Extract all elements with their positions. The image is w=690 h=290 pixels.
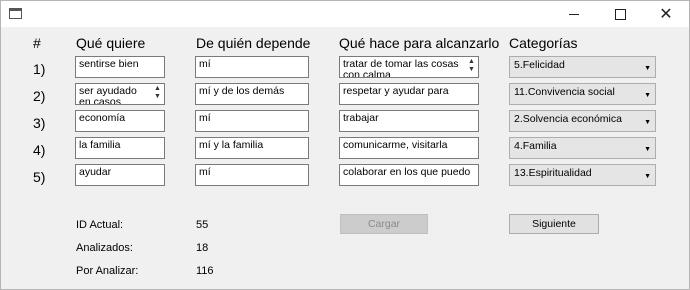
maximize-icon bbox=[614, 8, 626, 20]
categoria-select[interactable]: 4.Familia ▼ bbox=[509, 137, 656, 159]
spin-down-icon[interactable]: ▼ bbox=[466, 66, 477, 74]
siguiente-button[interactable]: Siguiente bbox=[509, 214, 599, 234]
row-number: 4) bbox=[33, 142, 46, 158]
que-hace-field[interactable]: tratar de tomar las cosas con calma ▲ ▼ bbox=[339, 56, 479, 78]
row-number: 5) bbox=[33, 169, 46, 185]
scroll-spinner[interactable]: ▲ ▼ bbox=[152, 85, 163, 103]
field-text: ayudar bbox=[79, 166, 112, 178]
chevron-down-icon: ▼ bbox=[644, 146, 651, 153]
close-button[interactable]: ✕ bbox=[643, 1, 689, 27]
title-bar[interactable]: ✕ bbox=[1, 1, 689, 27]
minimize-icon bbox=[569, 13, 579, 15]
de-quien-depende-field[interactable]: mí bbox=[195, 56, 309, 78]
que-quiere-field[interactable]: ayudar bbox=[75, 164, 165, 186]
categoria-value: 4.Familia bbox=[514, 140, 557, 152]
que-hace-field[interactable]: comunicarme, visitarla bbox=[339, 137, 479, 159]
de-quien-depende-field[interactable]: mí bbox=[195, 110, 309, 132]
field-text: ser ayudado en casos necesarios bbox=[79, 85, 137, 105]
field-text: mí y la familia bbox=[199, 139, 264, 151]
analizados-label: Analizados: bbox=[76, 242, 133, 254]
de-quien-depende-field[interactable]: mí bbox=[195, 164, 309, 186]
categoria-value: 11.Convivencia social bbox=[514, 86, 615, 98]
por-analizar-value: 116 bbox=[196, 265, 214, 277]
que-hace-field[interactable]: trabajar bbox=[339, 110, 479, 132]
que-quiere-field[interactable]: sentirse bien bbox=[75, 56, 165, 78]
minimize-button[interactable] bbox=[551, 1, 597, 27]
chevron-down-icon: ▼ bbox=[644, 119, 651, 126]
row-number: 2) bbox=[33, 88, 46, 104]
header-number: # bbox=[33, 35, 41, 51]
field-text: tratar de tomar las cosas con calma bbox=[343, 58, 459, 78]
categoria-value: 2.Solvencia económica bbox=[514, 113, 622, 125]
header-de-quien-depende: De quién depende bbox=[196, 35, 311, 51]
field-text: mí bbox=[199, 166, 211, 178]
categoria-value: 5.Felicidad bbox=[514, 59, 565, 71]
field-text: respetar y ayudar para bbox=[343, 85, 449, 97]
spin-down-icon[interactable]: ▼ bbox=[152, 93, 163, 101]
id-actual-value: 55 bbox=[196, 219, 209, 231]
categoria-value: 13.Espiritualidad bbox=[514, 167, 592, 179]
categoria-select[interactable]: 2.Solvencia económica ▼ bbox=[509, 110, 656, 132]
spin-up-icon[interactable]: ▲ bbox=[152, 85, 163, 93]
categoria-select[interactable]: 13.Espiritualidad ▼ bbox=[509, 164, 656, 186]
field-text: mí y de los demás bbox=[199, 85, 285, 97]
id-actual-label: ID Actual: bbox=[76, 219, 124, 231]
field-text: mí bbox=[199, 112, 211, 124]
que-quiere-field[interactable]: economía bbox=[75, 110, 165, 132]
categoria-select[interactable]: 11.Convivencia social ▼ bbox=[509, 83, 656, 105]
field-text: comunicarme, visitarla bbox=[343, 139, 448, 151]
field-text: la familia bbox=[79, 139, 121, 151]
header-que-hace: Qué hace para alcanzarlo bbox=[339, 35, 500, 51]
app-window-icon bbox=[9, 8, 22, 19]
field-text: trabajar bbox=[343, 112, 379, 124]
chevron-down-icon: ▼ bbox=[644, 92, 651, 99]
header-que-quiere: Qué quiere bbox=[76, 35, 146, 51]
spin-up-icon[interactable]: ▲ bbox=[466, 58, 477, 66]
de-quien-depende-field[interactable]: mí y la familia bbox=[195, 137, 309, 159]
analizados-value: 18 bbox=[196, 242, 209, 254]
cargar-button[interactable]: Cargar bbox=[340, 214, 428, 234]
scroll-spinner[interactable]: ▲ ▼ bbox=[466, 58, 477, 76]
categoria-select[interactable]: 5.Felicidad ▼ bbox=[509, 56, 656, 78]
que-quiere-field[interactable]: la familia bbox=[75, 137, 165, 159]
field-text: economía bbox=[79, 112, 126, 124]
row-number: 1) bbox=[33, 61, 46, 77]
field-text: mí bbox=[199, 58, 211, 70]
de-quien-depende-field[interactable]: mí y de los demás bbox=[195, 83, 309, 105]
chevron-down-icon: ▼ bbox=[644, 173, 651, 180]
maximize-button[interactable] bbox=[597, 1, 643, 27]
que-hace-field[interactable]: colaborar en los que puedo bbox=[339, 164, 479, 186]
row-number: 3) bbox=[33, 115, 46, 131]
por-analizar-label: Por Analizar: bbox=[76, 265, 139, 277]
que-hace-field[interactable]: respetar y ayudar para bbox=[339, 83, 479, 105]
chevron-down-icon: ▼ bbox=[644, 65, 651, 72]
close-icon: ✕ bbox=[659, 4, 673, 23]
que-quiere-field[interactable]: ser ayudado en casos necesarios ▲▼ bbox=[75, 83, 165, 105]
app-window: ✕ # Qué quiere De quién depende Qué hace… bbox=[0, 0, 690, 290]
header-categorias: Categorías bbox=[509, 35, 578, 51]
field-text: colaborar en los que puedo bbox=[343, 166, 471, 178]
field-text: sentirse bien bbox=[79, 58, 139, 70]
